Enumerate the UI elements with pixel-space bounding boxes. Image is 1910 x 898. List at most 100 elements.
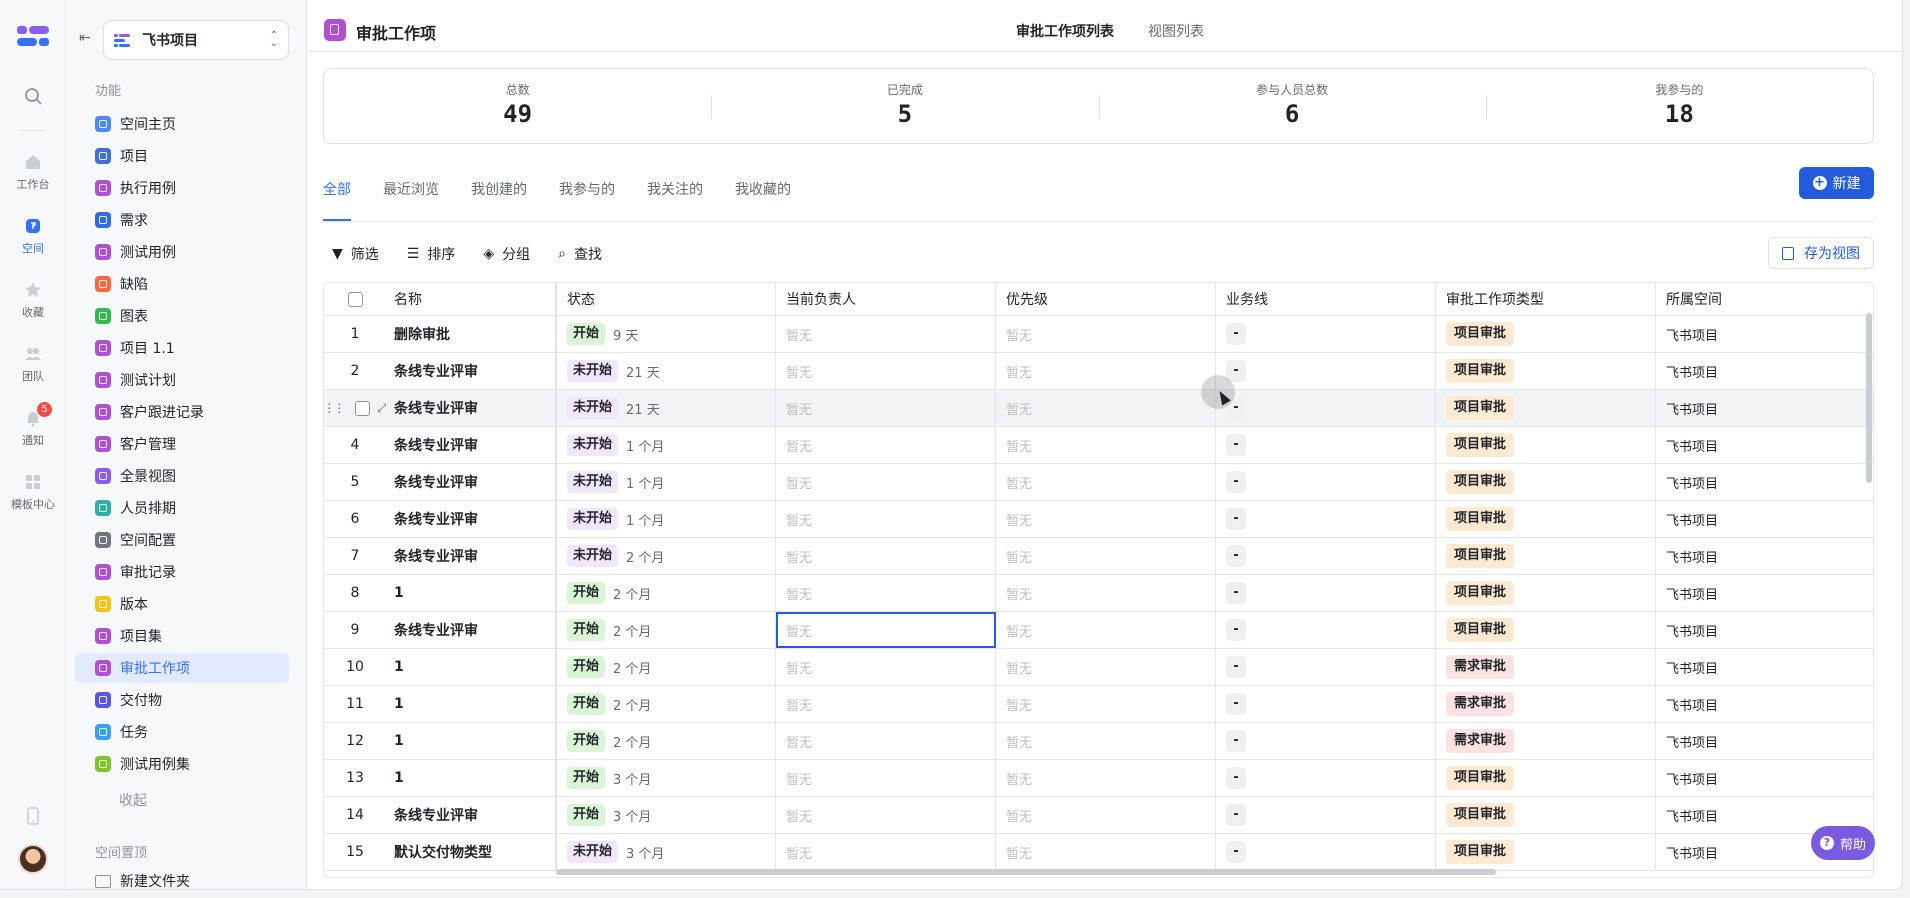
cell-type[interactable]: 项目审批 xyxy=(1436,390,1656,426)
cell-priority[interactable]: 暂无 xyxy=(996,723,1216,759)
cell-owner[interactable]: 暂无 xyxy=(776,612,996,648)
cell-business-line[interactable]: - xyxy=(1216,760,1436,796)
cell-business-line[interactable]: - xyxy=(1216,612,1436,648)
sidebar-item[interactable]: 交付物 xyxy=(75,685,289,715)
sidebar-item[interactable]: 项目 1.1 xyxy=(75,333,289,363)
table-row[interactable]: 11 1 开始 2 个月 暂无 暂无 - 需求审批 飞书项目 xyxy=(324,686,1873,723)
cell-priority[interactable]: 暂无 xyxy=(996,612,1216,648)
cell-type[interactable]: 项目审批 xyxy=(1436,612,1656,648)
cell-priority[interactable]: 暂无 xyxy=(996,464,1216,500)
cell-priority[interactable]: 暂无 xyxy=(996,353,1216,389)
column-header-owner[interactable]: 当前负责人 xyxy=(776,283,996,315)
column-header-name[interactable]: 名称 xyxy=(386,283,556,315)
cell-priority[interactable]: 暂无 xyxy=(996,390,1216,426)
header-select-all[interactable] xyxy=(324,283,386,315)
cell-priority[interactable]: 暂无 xyxy=(996,575,1216,611)
sidebar-item[interactable]: 客户跟进记录 xyxy=(75,397,289,427)
row-select[interactable]: ⋮⋮ ⤢ xyxy=(324,390,386,426)
select-all-checkbox[interactable] xyxy=(347,291,363,307)
cell-type[interactable]: 需求审批 xyxy=(1436,686,1656,722)
cell-priority[interactable]: 暂无 xyxy=(996,760,1216,796)
save-view-button[interactable]: 存为视图 xyxy=(1768,237,1874,269)
cell-priority[interactable]: 暂无 xyxy=(996,316,1216,352)
cell-space[interactable]: 飞书项目 xyxy=(1656,464,1873,500)
sidebar-item[interactable]: 执行用例 xyxy=(75,173,289,203)
cell-business-line[interactable]: - xyxy=(1216,464,1436,500)
sidebar-item[interactable]: 需求 xyxy=(75,205,289,235)
sidebar-item[interactable]: 任务 xyxy=(75,717,289,747)
cell-owner[interactable]: 暂无 xyxy=(776,427,996,463)
cell-status[interactable]: 开始 3 个月 xyxy=(556,797,776,833)
cell-owner[interactable]: 暂无 xyxy=(776,649,996,685)
cell-business-line[interactable]: - xyxy=(1216,427,1436,463)
table-row[interactable]: 8 1 开始 2 个月 暂无 暂无 - 项目审批 飞书项目 xyxy=(324,575,1873,612)
cell-business-line[interactable]: - xyxy=(1216,575,1436,611)
table-row[interactable]: 2 条线专业评审 未开始 21 天 暂无 暂无 - 项目审批 飞书项目 xyxy=(324,353,1873,390)
cell-owner[interactable]: 暂无 xyxy=(776,797,996,833)
sidebar-item[interactable]: 项目集 xyxy=(75,621,289,651)
cell-name[interactable]: 条线专业评审 xyxy=(386,353,556,389)
cell-owner[interactable]: 暂无 xyxy=(776,575,996,611)
table-row[interactable]: ⋮⋮ ⤢ 条线专业评审 未开始 21 天 暂无 暂无 - 项目审批 飞书项目 xyxy=(324,390,1873,427)
cell-owner[interactable]: 暂无 xyxy=(776,538,996,574)
cell-priority[interactable]: 暂无 xyxy=(996,649,1216,685)
drag-handle-icon[interactable]: ⋮⋮ xyxy=(324,401,345,415)
cell-type[interactable]: 项目审批 xyxy=(1436,464,1656,500)
cell-space[interactable]: 飞书项目 xyxy=(1656,575,1873,611)
cell-name[interactable]: 条线专业评审 xyxy=(386,538,556,574)
cell-name[interactable]: 条线专业评审 xyxy=(386,612,556,648)
sidebar-item[interactable]: 图表 xyxy=(75,301,289,331)
new-button[interactable]: + 新建 xyxy=(1799,167,1874,199)
cell-space[interactable]: 飞书项目 xyxy=(1656,390,1873,426)
cell-status[interactable]: 未开始 2 个月 xyxy=(556,538,776,574)
cell-owner[interactable]: 暂无 xyxy=(776,501,996,537)
rail-mobile[interactable] xyxy=(0,806,66,830)
cell-status[interactable]: 未开始 1 个月 xyxy=(556,501,776,537)
column-header-business-line[interactable]: 业务线 xyxy=(1216,283,1436,315)
cell-type[interactable]: 需求审批 xyxy=(1436,649,1656,685)
cell-space[interactable]: 飞书项目 xyxy=(1656,760,1873,796)
table-row[interactable]: 1 删除审批 开始 9 天 暂无 暂无 - 项目审批 飞书项目 xyxy=(324,316,1873,353)
cell-status[interactable]: 未开始 3 个月 xyxy=(556,834,776,870)
filter-tab-recent[interactable]: 最近浏览 xyxy=(383,180,439,221)
cell-type[interactable]: 项目审批 xyxy=(1436,427,1656,463)
cell-type[interactable]: 项目审批 xyxy=(1436,316,1656,352)
table-row[interactable]: 4 条线专业评审 未开始 1 个月 暂无 暂无 - 项目审批 飞书项目 xyxy=(324,427,1873,464)
filter-tab-participated[interactable]: 我参与的 xyxy=(559,180,615,221)
rail-notify[interactable]: 5 通知 xyxy=(0,402,66,448)
cell-name[interactable]: 删除审批 xyxy=(386,316,556,352)
expand-icon[interactable]: ⤢ xyxy=(377,401,386,416)
sidebar-item[interactable]: 客户管理 xyxy=(75,429,289,459)
column-header-type[interactable]: 审批工作项类型 xyxy=(1436,283,1656,315)
cell-name[interactable]: 条线专业评审 xyxy=(386,797,556,833)
column-header-status[interactable]: 状态 xyxy=(556,283,776,315)
cell-space[interactable]: 飞书项目 xyxy=(1656,686,1873,722)
cell-space[interactable]: 飞书项目 xyxy=(1656,612,1873,648)
cell-priority[interactable]: 暂无 xyxy=(996,834,1216,870)
table-row[interactable]: 15 默认交付物类型 未开始 3 个月 暂无 暂无 - 项目审批 飞书项目 xyxy=(324,834,1873,871)
sort-button[interactable]: ☰ 排序 xyxy=(407,244,456,264)
cell-type[interactable]: 项目审批 xyxy=(1436,834,1656,870)
cell-status[interactable]: 未开始 1 个月 xyxy=(556,427,776,463)
user-avatar[interactable] xyxy=(18,844,48,874)
cell-owner[interactable]: 暂无 xyxy=(776,390,996,426)
cell-name[interactable]: 1 xyxy=(386,723,556,759)
cell-status[interactable]: 开始 2 个月 xyxy=(556,686,776,722)
cell-business-line[interactable]: - xyxy=(1216,353,1436,389)
cell-type[interactable]: 需求审批 xyxy=(1436,723,1656,759)
horizontal-scrollbar[interactable] xyxy=(556,869,1496,875)
cell-type[interactable]: 项目审批 xyxy=(1436,797,1656,833)
sidebar-item[interactable]: 缺陷 xyxy=(75,269,289,299)
rail-team[interactable]: 团队 xyxy=(0,344,66,384)
sidebar-item[interactable]: 全景视图 xyxy=(75,461,289,491)
cell-type[interactable]: 项目审批 xyxy=(1436,760,1656,796)
cell-business-line[interactable]: - xyxy=(1216,834,1436,870)
cell-priority[interactable]: 暂无 xyxy=(996,427,1216,463)
sidebar-item[interactable]: 测试计划 xyxy=(75,365,289,395)
sidebar-item[interactable]: 版本 xyxy=(75,589,289,619)
cell-business-line[interactable]: - xyxy=(1216,390,1436,426)
table-row[interactable]: 5 条线专业评审 未开始 1 个月 暂无 暂无 - 项目审批 飞书项目 xyxy=(324,464,1873,501)
cell-status[interactable]: 开始 2 个月 xyxy=(556,723,776,759)
cell-status[interactable]: 开始 2 个月 xyxy=(556,575,776,611)
cell-status[interactable]: 开始 2 个月 xyxy=(556,649,776,685)
